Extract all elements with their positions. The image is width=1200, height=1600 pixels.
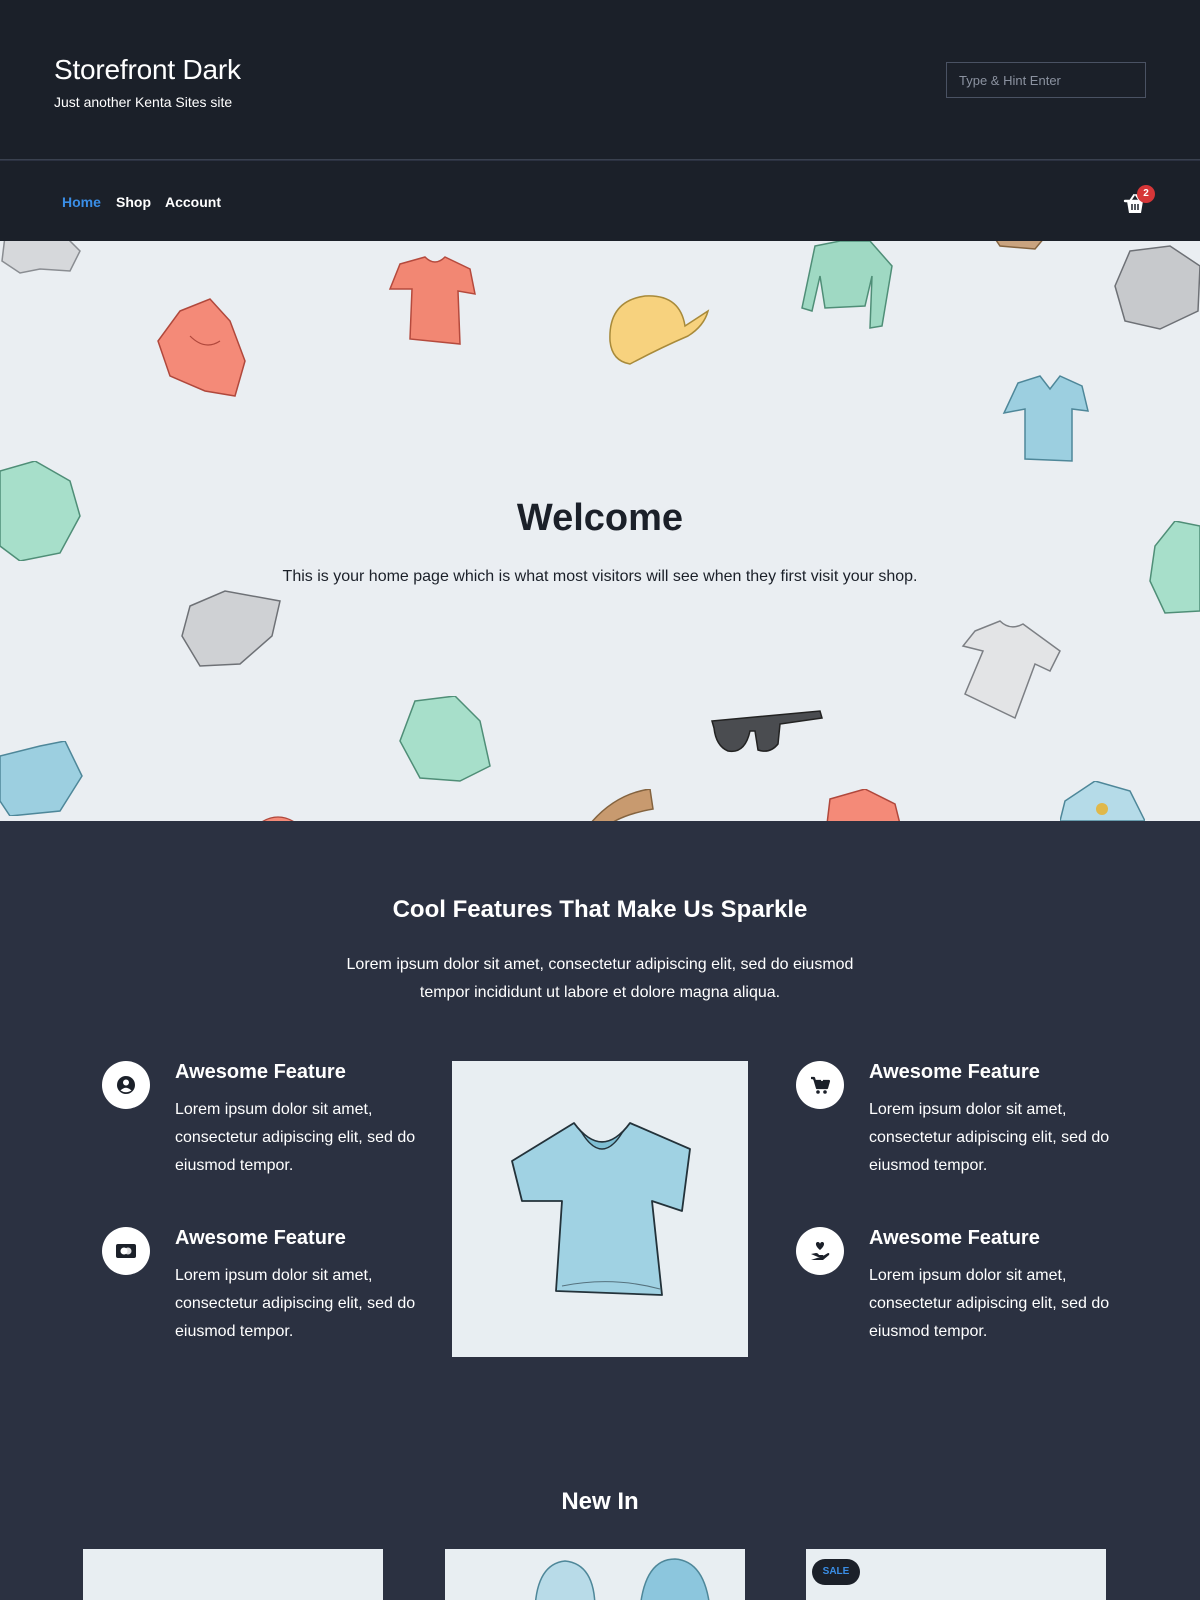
- product-card[interactable]: SALE: [806, 1549, 1106, 1600]
- hoodie-blue-illustration: [534, 1558, 710, 1600]
- cap-yellow-illustration: [609, 295, 710, 365]
- hoodie-coral-illustration: [826, 789, 900, 821]
- feature-item: Awesome Feature Lorem ipsum dolor sit am…: [869, 1061, 1129, 1180]
- tshirt-white-illustration: [961, 620, 1061, 720]
- polo-blue-illustration: [1002, 375, 1089, 462]
- feature-title: Awesome Feature: [869, 1227, 1040, 1249]
- site-title[interactable]: Storefront Dark: [54, 54, 241, 86]
- tshirt-coral-illustration: [388, 256, 476, 345]
- feature-text: Lorem ipsum dolor sit amet, consectetur …: [175, 1267, 416, 1340]
- primary-navigation: Home Shop Account 2: [0, 161, 1200, 241]
- hoodie-gray-illustration: [1114, 245, 1200, 330]
- hoodie-coral-illustration: [157, 298, 246, 397]
- feature-product-image: [452, 1061, 748, 1357]
- site-header: Storefront Dark Just another Kenta Sites…: [0, 0, 1200, 160]
- shirt-blue-illustration: [0, 741, 83, 816]
- hoodie-mint-illustration: [399, 696, 491, 782]
- item-coral-illustration: [262, 816, 294, 821]
- hero-text: This is your home page which is what mos…: [282, 568, 918, 585]
- site-tagline: Just another Kenta Sites site: [54, 94, 233, 110]
- feature-item: Awesome Feature Lorem ipsum dolor sit am…: [175, 1061, 435, 1180]
- cart-button[interactable]: 2: [1120, 185, 1155, 219]
- belt-tan-illustration: [591, 789, 654, 821]
- credit-card-icon: [102, 1227, 150, 1275]
- polo-blue-illustration: [1060, 781, 1145, 821]
- shopping-cart-icon: [796, 1061, 844, 1109]
- nav-item-account[interactable]: Account: [165, 194, 221, 210]
- nav-item-home[interactable]: Home: [62, 194, 101, 210]
- feature-text: Lorem ipsum dolor sit amet, consectetur …: [869, 1101, 1110, 1174]
- feature-text: Lorem ipsum dolor sit amet, consectetur …: [869, 1267, 1110, 1340]
- hand-heart-icon: [796, 1227, 844, 1275]
- feature-title: Awesome Feature: [175, 1061, 346, 1083]
- product-card[interactable]: [83, 1549, 383, 1600]
- search-input[interactable]: [946, 62, 1146, 98]
- feature-item: Awesome Feature Lorem ipsum dolor sit am…: [175, 1227, 435, 1346]
- feature-title: Awesome Feature: [175, 1227, 346, 1249]
- user-circle-icon: [102, 1061, 150, 1109]
- feature-item: Awesome Feature Lorem ipsum dolor sit am…: [869, 1227, 1129, 1346]
- cart-count-badge: 2: [1137, 185, 1155, 203]
- hoodie-gray-illustration: [1, 241, 81, 274]
- sale-badge: SALE: [812, 1559, 860, 1585]
- hoodie-gray-illustration: [181, 590, 281, 667]
- longsleeve-mint-illustration: [801, 241, 893, 329]
- features-heading: Cool Features That Make Us Sparkle: [392, 896, 808, 923]
- item-tan-illustration: [995, 241, 1043, 250]
- feature-title: Awesome Feature: [869, 1061, 1040, 1083]
- hero-title: Welcome: [516, 497, 684, 539]
- hero-section: Welcome This is your home page which is …: [0, 241, 1200, 821]
- sunglasses-illustration: [711, 710, 823, 753]
- new-in-heading: New In: [561, 1488, 639, 1515]
- feature-text: Lorem ipsum dolor sit amet, consectetur …: [175, 1101, 416, 1174]
- nav-item-shop[interactable]: Shop: [116, 194, 151, 210]
- tshirt-blue-illustration: [511, 1122, 691, 1296]
- product-card[interactable]: [445, 1549, 745, 1600]
- features-intro: Lorem ipsum dolor sit amet, consectetur …: [346, 956, 854, 1001]
